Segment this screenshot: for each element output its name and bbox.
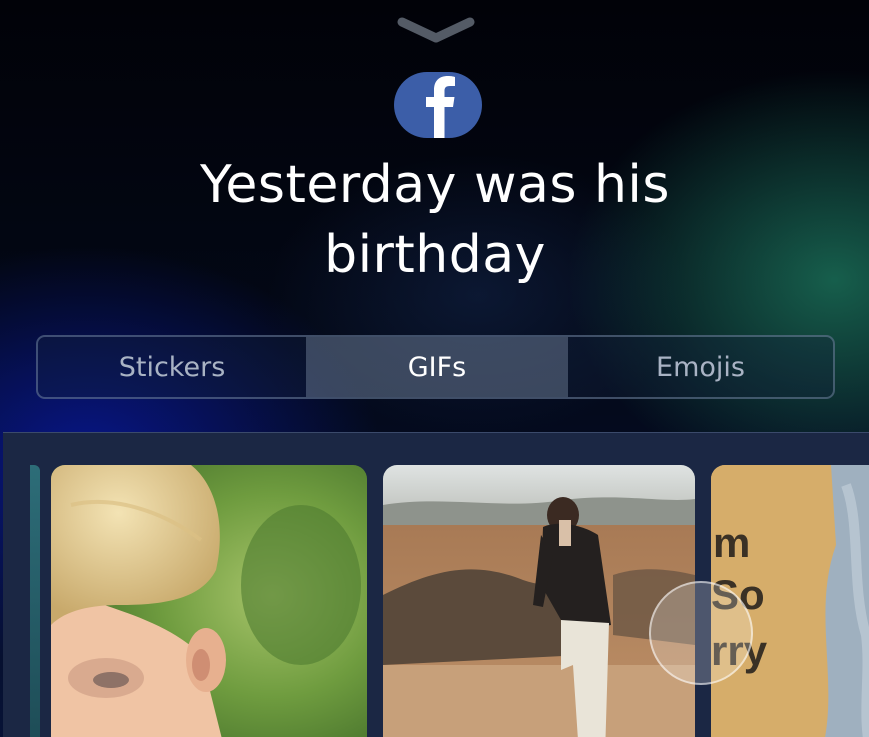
touch-indicator — [649, 581, 753, 685]
gif-tile-partial-left[interactable] — [30, 465, 40, 737]
gif-thumbnail-field — [383, 465, 695, 737]
page-title: Yesterday was his birthday — [200, 155, 670, 285]
tab-emojis[interactable]: Emojis — [568, 337, 833, 397]
birthday-message-sheet: Yesterday was his birthday Stickers GIFs… — [0, 0, 869, 737]
gif-tile[interactable] — [51, 465, 367, 737]
facebook-icon — [394, 72, 482, 138]
gif-tile[interactable] — [383, 465, 695, 737]
tab-gifs[interactable]: GIFs — [306, 337, 568, 397]
dismiss-button[interactable] — [396, 14, 476, 46]
chevron-down-icon — [397, 17, 475, 43]
tab-stickers[interactable]: Stickers — [38, 337, 306, 397]
media-type-segmented-control: Stickers GIFs Emojis — [36, 335, 835, 399]
svg-text:m: m — [713, 519, 750, 566]
gif-thumbnail-boy — [51, 465, 367, 737]
